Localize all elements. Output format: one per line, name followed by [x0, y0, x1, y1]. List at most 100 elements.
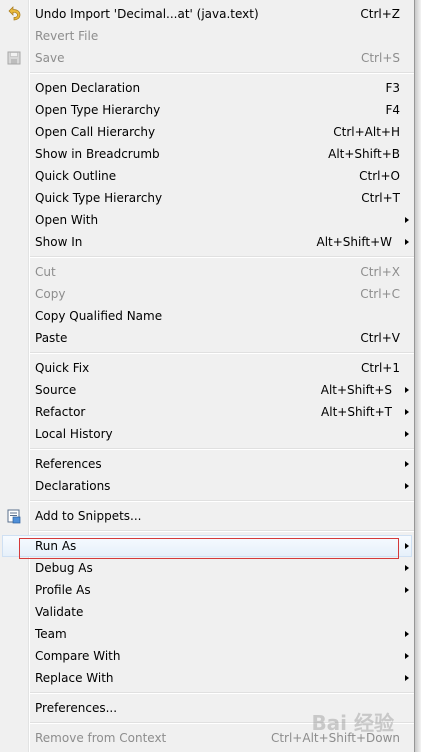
- context-menu: Undo Import 'Decimal...at' (java.text) C…: [0, 0, 415, 752]
- menu-item-quick-type-hierarchy[interactable]: Quick Type Hierarchy Ctrl+T: [0, 187, 414, 209]
- menu-item-open-with[interactable]: Open With: [0, 209, 414, 231]
- menu-item-shortcut: Alt+Shift+T: [321, 405, 392, 419]
- menu-item-label: Local History: [35, 427, 113, 441]
- submenu-arrow-icon: [405, 631, 409, 637]
- menu-item-shortcut: Ctrl+O: [359, 169, 400, 183]
- menu-item-shortcut: Ctrl+1: [360, 361, 400, 375]
- menu-item-show-in-breadcrumb[interactable]: Show in Breadcrumb Alt+Shift+B: [0, 143, 414, 165]
- menu-item-label: Refactor: [35, 405, 86, 419]
- submenu-arrow-icon: [405, 587, 409, 593]
- save-icon: [7, 51, 21, 65]
- menu-item-label: Add to Snippets...: [35, 509, 142, 523]
- menu-item-undo-import[interactable]: Undo Import 'Decimal...at' (java.text) C…: [0, 3, 414, 25]
- menu-item-save[interactable]: Save Ctrl+S: [0, 47, 414, 69]
- menu-item-label: Validate: [35, 605, 84, 619]
- menu-item-shortcut: Ctrl+S: [360, 51, 400, 65]
- menu-shadow: [415, 0, 421, 752]
- menu-item-shortcut: Ctrl+V: [360, 331, 400, 345]
- menu-item-add-to-snippets[interactable]: Add to Snippets...: [0, 505, 414, 527]
- menu-item-cut[interactable]: Cut Ctrl+X: [0, 261, 414, 283]
- menu-separator: [30, 500, 414, 502]
- menu-item-declarations[interactable]: Declarations: [0, 475, 414, 497]
- submenu-arrow-icon: [405, 653, 409, 659]
- menu-item-run-as[interactable]: Run As: [0, 535, 414, 557]
- menu-item-label: Quick Fix: [35, 361, 90, 375]
- menu-item-shortcut: F3: [385, 81, 400, 95]
- menu-item-local-history[interactable]: Local History: [0, 423, 414, 445]
- menu-item-label: Cut: [35, 265, 56, 279]
- menu-item-shortcut: Alt+Shift+W: [316, 235, 393, 249]
- submenu-arrow-icon: [405, 675, 409, 681]
- menu-item-label: Revert File: [35, 29, 99, 43]
- menu-separator: [30, 256, 414, 258]
- menu-item-label: Remove from Context: [35, 731, 167, 745]
- menu-item-team[interactable]: Team: [0, 623, 414, 645]
- menu-item-open-type-hierarchy[interactable]: Open Type Hierarchy F4: [0, 99, 414, 121]
- menu-separator: [30, 530, 414, 532]
- menu-item-replace-with[interactable]: Replace With: [0, 667, 414, 689]
- submenu-arrow-icon: [405, 565, 409, 571]
- menu-item-revert-file[interactable]: Revert File: [0, 25, 414, 47]
- menu-item-copy[interactable]: Copy Ctrl+C: [0, 283, 414, 305]
- menu-item-label: Preferences...: [35, 701, 118, 715]
- menu-item-label: Run As: [35, 539, 77, 553]
- menu-item-shortcut: Ctrl+C: [360, 287, 400, 301]
- menu-item-label: Open With: [35, 213, 99, 227]
- menu-item-label: References: [35, 457, 102, 471]
- menu-item-validate[interactable]: Validate: [0, 601, 414, 623]
- menu-separator: [30, 448, 414, 450]
- menu-separator: [30, 692, 414, 694]
- menu-item-paste[interactable]: Paste Ctrl+V: [0, 327, 414, 349]
- menu-item-label: Show In: [35, 235, 83, 249]
- menu-separator: [30, 352, 414, 354]
- submenu-arrow-icon: [405, 409, 409, 415]
- snippets-icon: [7, 509, 21, 524]
- menu-item-label: Copy Qualified Name: [35, 309, 163, 323]
- menu-separator: [30, 72, 414, 74]
- menu-item-label: Source: [35, 383, 77, 397]
- menu-item-references[interactable]: References: [0, 453, 414, 475]
- menu-item-shortcut: Ctrl+Alt+H: [333, 125, 400, 139]
- submenu-arrow-icon: [405, 431, 409, 437]
- menu-item-show-in[interactable]: Show In Alt+Shift+W: [0, 231, 414, 253]
- menu-item-compare-with[interactable]: Compare With: [0, 645, 414, 667]
- menu-item-open-declaration[interactable]: Open Declaration F3: [0, 77, 414, 99]
- menu-item-label: Profile As: [35, 583, 91, 597]
- menu-item-shortcut: Ctrl+Z: [360, 7, 400, 21]
- menu-item-label: Debug As: [35, 561, 93, 575]
- menu-item-label: Save: [35, 51, 65, 65]
- menu-item-label: Show in Breadcrumb: [35, 147, 160, 161]
- menu-item-label: Team: [35, 627, 67, 641]
- menu-item-label: Undo Import 'Decimal...at' (java.text): [35, 7, 259, 21]
- undo-icon: [8, 6, 21, 21]
- menu-item-label: Declarations: [35, 479, 111, 493]
- menu-item-source[interactable]: Source Alt+Shift+S: [0, 379, 414, 401]
- menu-item-shortcut: F4: [385, 103, 400, 117]
- menu-item-label: Quick Type Hierarchy: [35, 191, 163, 205]
- submenu-arrow-icon: [405, 483, 409, 489]
- menu-item-open-call-hierarchy[interactable]: Open Call Hierarchy Ctrl+Alt+H: [0, 121, 414, 143]
- menu-item-label: Quick Outline: [35, 169, 117, 183]
- submenu-arrow-icon: [405, 461, 409, 467]
- menu-item-shortcut: Ctrl+T: [361, 191, 400, 205]
- menu-item-profile-as[interactable]: Profile As: [0, 579, 414, 601]
- menu-item-debug-as[interactable]: Debug As: [0, 557, 414, 579]
- menu-item-shortcut: Alt+Shift+S: [320, 383, 392, 397]
- submenu-arrow-icon: [405, 217, 409, 223]
- submenu-arrow-icon: [405, 239, 409, 245]
- submenu-arrow-icon: [405, 387, 409, 393]
- menu-item-label: Replace With: [35, 671, 114, 685]
- menu-item-label: Open Declaration: [35, 81, 141, 95]
- menu-item-quick-outline[interactable]: Quick Outline Ctrl+O: [0, 165, 414, 187]
- menu-item-shortcut: Ctrl+X: [360, 265, 400, 279]
- menu-item-copy-qualified-name[interactable]: Copy Qualified Name: [0, 305, 414, 327]
- menu-item-label: Compare With: [35, 649, 121, 663]
- menu-item-label: Paste: [35, 331, 68, 345]
- menu-item-label: Open Type Hierarchy: [35, 103, 161, 117]
- menu-item-label: Open Call Hierarchy: [35, 125, 156, 139]
- menu-item-shortcut: Alt+Shift+B: [328, 147, 400, 161]
- menu-item-refactor[interactable]: Refactor Alt+Shift+T: [0, 401, 414, 423]
- menu-item-label: Copy: [35, 287, 66, 301]
- submenu-arrow-icon: [405, 543, 409, 549]
- menu-item-quick-fix[interactable]: Quick Fix Ctrl+1: [0, 357, 414, 379]
